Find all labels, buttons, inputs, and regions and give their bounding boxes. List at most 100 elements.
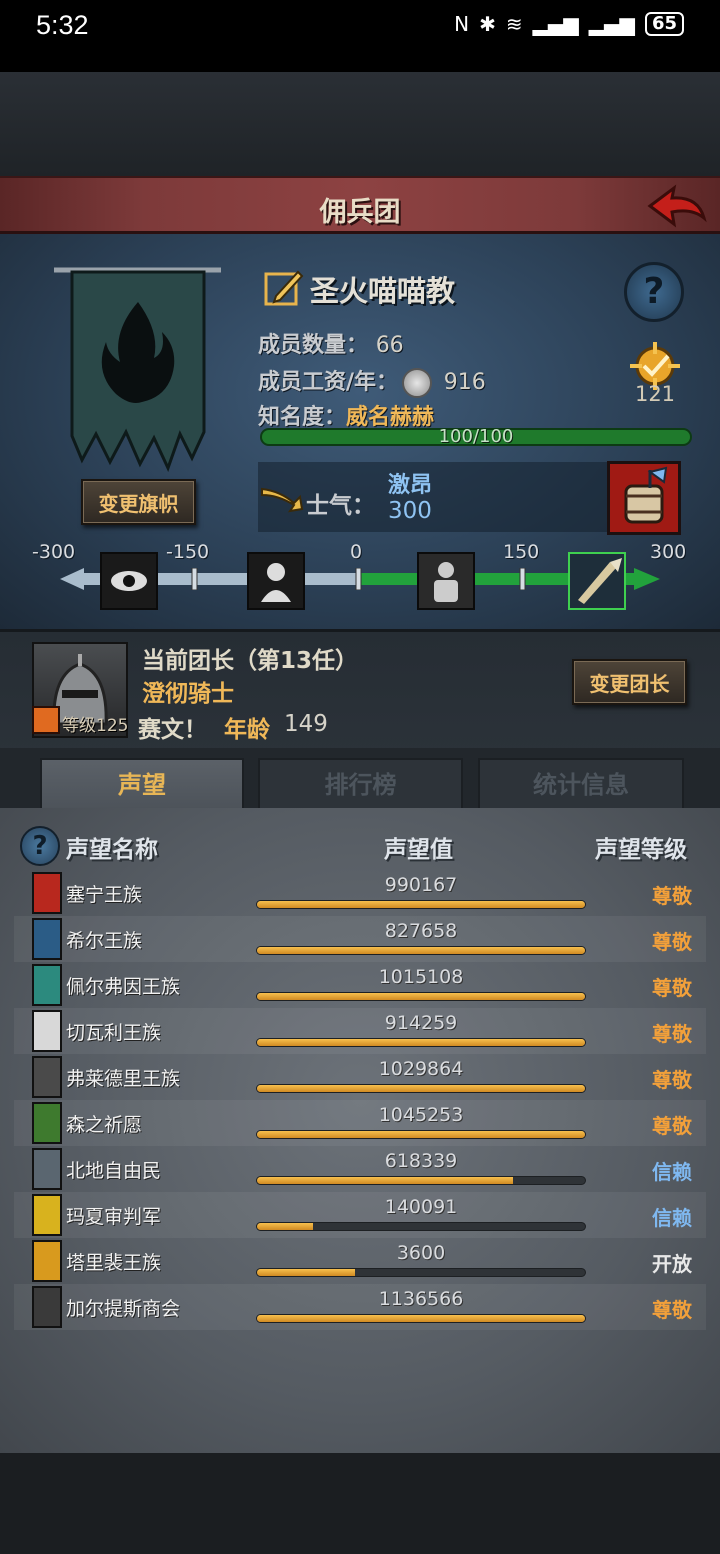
reputation-value: 3600	[396, 1242, 446, 1264]
faction-crest-icon	[32, 1102, 62, 1144]
leader-title: 当前团长（第13任）	[142, 648, 359, 674]
reputation-value: 140091	[384, 1196, 458, 1218]
edit-name-icon[interactable]	[262, 266, 304, 308]
tab-statistics[interactable]: 统计信息	[478, 758, 684, 810]
faction-name: 希尔王族	[66, 930, 143, 952]
reputation-value: 1045253	[378, 1104, 464, 1126]
faction-name: 玛夏审判军	[66, 1206, 162, 1228]
leader-level: 等级125	[62, 716, 129, 736]
status-icons: N ✱ ≋ ▂▄▆ ▂▄▆ 65	[454, 12, 684, 36]
faction-name: 塞宁王族	[66, 884, 143, 906]
faction-crest-icon	[32, 1286, 62, 1328]
change-leader-button[interactable]: 变更团长	[572, 659, 687, 705]
status-time: 5:32	[36, 10, 89, 40]
reputation-level: 尊敬	[652, 976, 692, 1000]
reputation-bar-fill	[257, 947, 585, 954]
faction-name: 森之祈愿	[66, 1114, 143, 1136]
reputation-level: 信赖	[652, 1206, 692, 1230]
reputation-help-icon[interactable]: ?	[20, 826, 60, 866]
bottom-spacer	[0, 1453, 720, 1554]
back-arrow-icon[interactable]	[646, 184, 708, 230]
reputation-bar	[256, 1268, 586, 1277]
morale-calm-icon[interactable]	[417, 552, 475, 610]
reputation-level: 尊敬	[652, 1114, 692, 1138]
reputation-level: 尊敬	[652, 930, 692, 954]
reputation-row[interactable]: 加尔提斯商会 1136566 尊敬	[14, 1284, 706, 1330]
reputation-bar	[256, 1222, 586, 1231]
reputation-bar	[256, 946, 586, 955]
title-bar: 佣兵团	[0, 176, 720, 234]
reputation-bar-fill	[257, 1039, 585, 1046]
reputation-bar	[256, 1038, 586, 1047]
morale-despair-icon[interactable]	[247, 552, 305, 610]
change-banner-button[interactable]: 变更旗帜	[81, 479, 196, 525]
reputation-value: 990167	[384, 874, 458, 896]
medal-value: 121	[634, 382, 676, 406]
faction-crest-icon	[32, 872, 62, 914]
reputation-level: 尊敬	[652, 1298, 692, 1322]
morale-label: 士气：	[306, 493, 375, 519]
scale-label-min: -300	[32, 541, 76, 563]
faction-crest-icon	[32, 1010, 62, 1052]
tab-reputation[interactable]: 声望	[40, 758, 244, 812]
leader-name: 赛文！	[138, 717, 207, 743]
tab-ranking[interactable]: 排行榜	[258, 758, 463, 810]
reputation-row[interactable]: 佩尔弗因王族 1015108 尊敬	[14, 962, 706, 1008]
reputation-row[interactable]: 塞宁王族 990167 尊敬	[14, 870, 706, 916]
reputation-bar-fill	[257, 1269, 356, 1276]
reputation-bar	[256, 1084, 586, 1093]
level-badge-icon	[32, 706, 60, 734]
signal-icon: ▂▄▆	[532, 12, 579, 36]
salary-stat: 成员工资/年： 916	[258, 364, 486, 398]
faction-name: 弗莱德里王族	[66, 1068, 181, 1090]
status-bar: 5:32 N ✱ ≋ ▂▄▆ ▂▄▆ 65	[0, 0, 720, 72]
wifi-icon: ≋	[505, 12, 523, 36]
faction-crest-icon	[32, 1240, 62, 1282]
morale-eye-icon[interactable]	[100, 552, 158, 610]
reputation-row[interactable]: 森之祈愿 1045253 尊敬	[14, 1100, 706, 1146]
reputation-bar-fill	[257, 901, 585, 908]
top-spacer	[0, 72, 720, 176]
scale-label-low: -150	[166, 541, 210, 563]
col-header-name: 声望名称	[66, 837, 158, 863]
fame-progress-text: 100/100	[438, 426, 514, 447]
scale-label-max: 300	[650, 541, 687, 563]
battery-icon: 65	[644, 12, 684, 36]
reputation-value: 618339	[384, 1150, 458, 1172]
faction-crest-icon	[32, 1056, 62, 1098]
reputation-value: 1136566	[378, 1288, 464, 1310]
reputation-bar-fill	[257, 1085, 585, 1092]
nfc-icon: N	[454, 12, 470, 36]
barrel-feast-button[interactable]	[607, 461, 681, 535]
reputation-row[interactable]: 玛夏审判军 140091 信赖	[14, 1192, 706, 1238]
reputation-bar	[256, 1314, 586, 1323]
guild-name: 圣火喵喵教	[310, 274, 456, 308]
salary-value: 916	[443, 370, 486, 395]
bluetooth-icon: ✱	[479, 12, 496, 36]
faction-name: 切瓦利王族	[66, 1022, 162, 1044]
col-header-level: 声望等级	[595, 837, 687, 863]
reputation-bar-fill	[257, 1131, 585, 1138]
help-icon[interactable]: ?	[624, 262, 684, 322]
morale-charge-icon[interactable]	[568, 552, 626, 610]
faction-crest-icon	[32, 1148, 62, 1190]
leader-age: 149	[284, 711, 328, 737]
members-value: 66	[375, 333, 404, 358]
members-stat: 成员数量： 66	[258, 327, 404, 359]
reputation-bar	[256, 1130, 586, 1139]
reputation-row[interactable]: 弗莱德里王族 1029864 尊敬	[14, 1054, 706, 1100]
reputation-row[interactable]: 塔里裴王族 3600 开放	[14, 1238, 706, 1284]
reputation-value: 1029864	[378, 1058, 464, 1080]
reputation-row[interactable]: 北地自由民 618339 信赖	[14, 1146, 706, 1192]
signal-icon-2: ▂▄▆	[588, 12, 635, 36]
reputation-level: 尊敬	[652, 1022, 692, 1046]
reputation-row[interactable]: 希尔王族 827658 尊敬	[14, 916, 706, 962]
reputation-row[interactable]: 切瓦利王族 914259 尊敬	[14, 1008, 706, 1054]
reputation-value: 914259	[384, 1012, 458, 1034]
members-label: 成员数量：	[258, 333, 369, 358]
barrel-icon	[624, 466, 668, 524]
col-header-value: 声望值	[384, 837, 453, 863]
faction-name: 佩尔弗因王族	[66, 976, 181, 998]
morale-value: 300	[388, 498, 432, 524]
salary-label: 成员工资/年：	[258, 370, 399, 395]
